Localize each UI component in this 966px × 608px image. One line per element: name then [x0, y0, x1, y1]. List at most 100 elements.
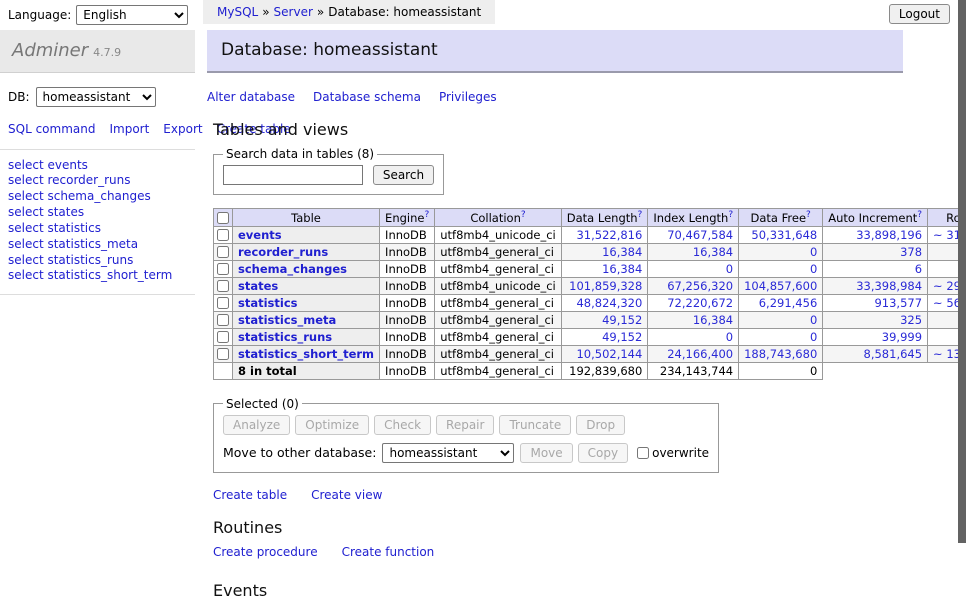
copy-button[interactable]: Copy — [578, 443, 628, 463]
app-version: 4.7.9 — [93, 46, 121, 59]
row-checkbox[interactable] — [217, 263, 229, 275]
table-name-link[interactable]: statistics_runs — [238, 330, 332, 344]
table-action-button[interactable]: Drop — [576, 415, 625, 435]
data-free-cell[interactable]: 0 — [739, 328, 823, 345]
data-length-cell[interactable]: 49,152 — [561, 328, 648, 345]
overwrite-label: overwrite — [652, 446, 709, 460]
sidebar-select-table-link[interactable]: select statistics_meta — [8, 237, 187, 253]
row-checkbox[interactable] — [217, 348, 229, 360]
breadcrumb-separator: » — [262, 5, 269, 19]
routine-create-link[interactable]: Create procedure — [213, 545, 318, 559]
table-name-link[interactable]: events — [238, 228, 282, 242]
auto-increment-cell[interactable]: 39,999 — [823, 328, 928, 345]
app-name[interactable]: Adminer — [12, 40, 88, 61]
subnav-link[interactable]: Privileges — [439, 90, 497, 104]
db-label: DB: — [8, 90, 30, 104]
index-length-cell[interactable]: 0 — [648, 260, 739, 277]
help-icon[interactable]: ? — [806, 210, 811, 220]
data-length-cell[interactable]: 16,384 — [561, 243, 648, 260]
data-free-cell[interactable]: 0 — [739, 243, 823, 260]
index-length-cell[interactable]: 72,220,672 — [648, 294, 739, 311]
data-length-cell[interactable]: 10,502,144 — [561, 345, 648, 362]
table-action-button[interactable]: Truncate — [499, 415, 571, 435]
table-name-link[interactable]: states — [238, 279, 278, 293]
sidebar-select-table-link[interactable]: select events — [8, 158, 187, 174]
table-name-link[interactable]: schema_changes — [238, 262, 347, 276]
logout-button[interactable]: Logout — [889, 4, 950, 24]
table-name-link[interactable]: statistics_short_term — [238, 347, 374, 361]
help-icon[interactable]: ? — [424, 210, 429, 220]
table-row: statistics InnoDB utf8mb4_general_ci 48,… — [214, 294, 966, 311]
data-free-cell[interactable]: 0 — [739, 260, 823, 277]
auto-increment-cell[interactable]: 6 — [823, 260, 928, 277]
breadcrumb-link-server[interactable]: Server — [274, 5, 313, 19]
sidebar-action-link[interactable]: Export — [163, 122, 202, 136]
data-length-cell[interactable]: 101,859,328 — [561, 277, 648, 294]
table-action-button[interactable]: Analyze — [223, 415, 290, 435]
data-length-cell[interactable]: 49,152 — [561, 311, 648, 328]
table-name-link[interactable]: recorder_runs — [238, 245, 328, 259]
auto-increment-cell[interactable]: 33,398,984 — [823, 277, 928, 294]
table-row: recorder_runs InnoDB utf8mb4_general_ci … — [214, 243, 966, 260]
row-checkbox[interactable] — [217, 229, 229, 241]
index-length-cell[interactable]: 16,384 — [648, 311, 739, 328]
row-checkbox[interactable] — [217, 246, 229, 258]
data-free-cell[interactable]: 50,331,648 — [739, 226, 823, 243]
sidebar-select-table-link[interactable]: select statistics_runs — [8, 253, 187, 269]
auto-increment-cell[interactable]: 33,898,196 — [823, 226, 928, 243]
sidebar-select-table-link[interactable]: select statistics_short_term — [8, 268, 187, 284]
row-checkbox[interactable] — [217, 280, 229, 292]
subnav-link[interactable]: Alter database — [207, 90, 295, 104]
search-button[interactable]: Search — [373, 165, 434, 185]
subnav-link[interactable]: Database schema — [313, 90, 421, 104]
data-free-cell[interactable]: 0 — [739, 311, 823, 328]
index-length-cell[interactable]: 0 — [648, 328, 739, 345]
table-name-link[interactable]: statistics — [238, 296, 298, 310]
overwrite-checkbox[interactable] — [637, 447, 649, 459]
move-button[interactable]: Move — [520, 443, 572, 463]
auto-increment-cell[interactable]: 8,581,645 — [823, 345, 928, 362]
data-length-cell[interactable]: 31,522,816 — [561, 226, 648, 243]
sidebar-select-table-link[interactable]: select statistics — [8, 221, 187, 237]
index-length-cell[interactable]: 24,166,400 — [648, 345, 739, 362]
table-name-link[interactable]: statistics_meta — [238, 313, 336, 327]
routine-create-link[interactable]: Create function — [342, 545, 435, 559]
index-length-cell[interactable]: 67,256,320 — [648, 277, 739, 294]
table-action-button[interactable]: Optimize — [295, 415, 369, 435]
create-link[interactable]: Create view — [311, 488, 382, 502]
help-icon[interactable]: ? — [638, 210, 643, 220]
auto-increment-cell[interactable]: 325 — [823, 311, 928, 328]
vertical-scrollbar[interactable] — [958, 0, 966, 543]
row-checkbox[interactable] — [217, 297, 229, 309]
sidebar-select-table-link[interactable]: select states — [8, 205, 187, 221]
auto-increment-cell[interactable]: 378 — [823, 243, 928, 260]
data-free-cell[interactable]: 188,743,680 — [739, 345, 823, 362]
search-input[interactable] — [223, 165, 363, 185]
data-free-cell[interactable]: 104,857,600 — [739, 277, 823, 294]
data-length-cell[interactable]: 16,384 — [561, 260, 648, 277]
engine-cell: InnoDB — [380, 311, 435, 328]
table-action-button[interactable]: Repair — [436, 415, 494, 435]
help-icon[interactable]: ? — [521, 210, 526, 220]
sidebar-select-table-link[interactable]: select recorder_runs — [8, 173, 187, 189]
sidebar-action-link[interactable]: Import — [109, 122, 149, 136]
auto-increment-cell[interactable]: 913,577 — [823, 294, 928, 311]
row-checkbox[interactable] — [217, 331, 229, 343]
sidebar-select-table-link[interactable]: select schema_changes — [8, 189, 187, 205]
data-free-cell[interactable]: 6,291,456 — [739, 294, 823, 311]
sidebar-action-link[interactable]: SQL command — [8, 122, 95, 136]
help-icon[interactable]: ? — [917, 210, 922, 220]
select-all-checkbox[interactable] — [217, 212, 229, 224]
move-db-select[interactable]: homeassistant — [382, 443, 514, 463]
row-checkbox[interactable] — [217, 314, 229, 326]
index-length-cell[interactable]: 16,384 — [648, 243, 739, 260]
index-length-cell[interactable]: 70,467,584 — [648, 226, 739, 243]
data-length-cell[interactable]: 48,824,320 — [561, 294, 648, 311]
table-name-cell: statistics_runs — [233, 328, 380, 345]
create-link[interactable]: Create table — [213, 488, 287, 502]
db-select[interactable]: homeassistant — [36, 87, 156, 107]
table-action-button[interactable]: Check — [374, 415, 431, 435]
breadcrumb-link-mysql[interactable]: MySQL — [217, 5, 258, 19]
help-icon[interactable]: ? — [728, 210, 733, 220]
language-select[interactable]: English — [76, 5, 188, 25]
